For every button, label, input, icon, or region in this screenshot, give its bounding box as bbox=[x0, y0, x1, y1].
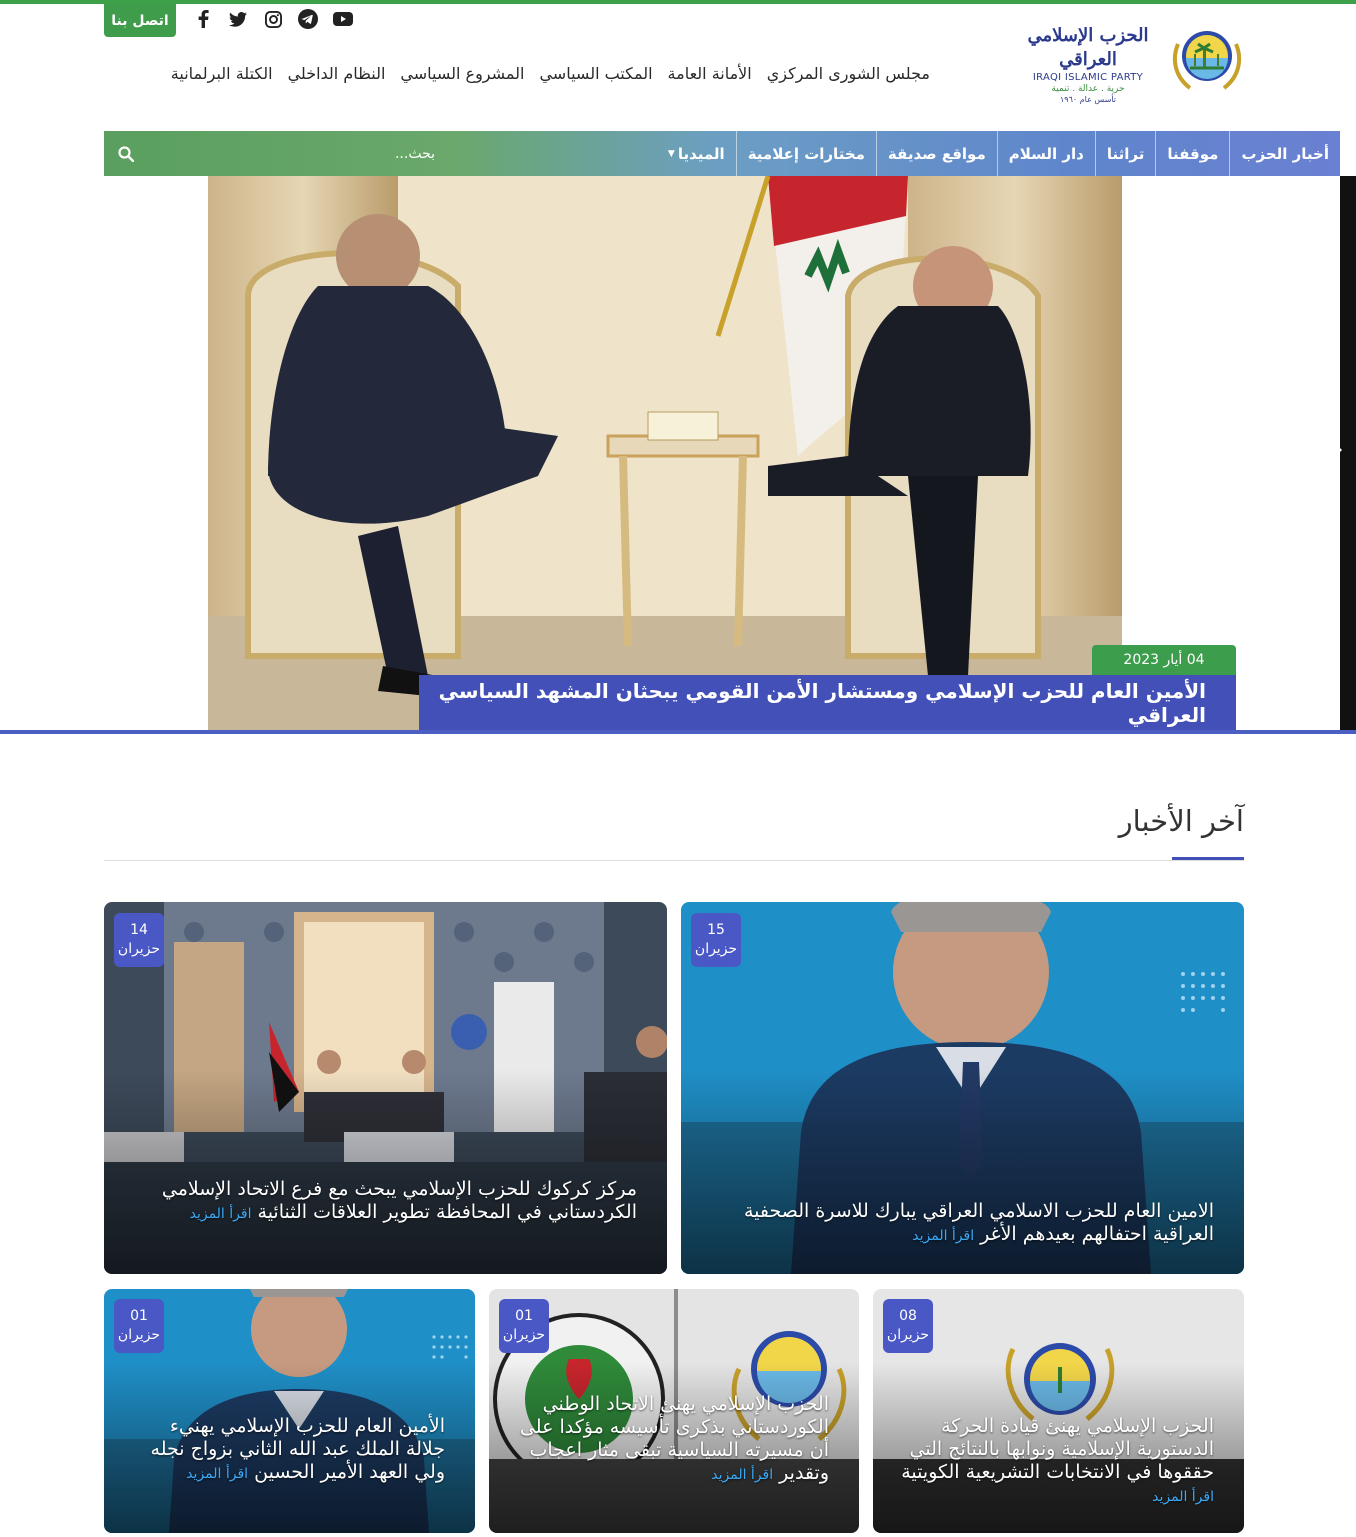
date-badge: 14 حزيران bbox=[114, 913, 164, 967]
youtube-icon[interactable] bbox=[332, 8, 354, 30]
date-badge: 01 حزيران bbox=[114, 1299, 164, 1353]
badge-month: حزيران bbox=[117, 1327, 161, 1343]
top-link-political-bureau[interactable]: المكتب السياسي bbox=[539, 64, 652, 83]
badge-day: 01 bbox=[515, 1308, 533, 1324]
caret-down-icon: ▼ bbox=[667, 148, 675, 159]
search-bar bbox=[104, 131, 445, 176]
nav-item-heritage[interactable]: تراثنا bbox=[1094, 131, 1156, 176]
badge-day: 14 bbox=[130, 922, 148, 938]
party-logo[interactable]: الحزب الإسلامي العراقي IRAQI ISLAMIC PAR… bbox=[1026, 24, 1244, 104]
nav-media-label: الميديا bbox=[677, 144, 725, 163]
top-accent-line bbox=[0, 0, 1356, 4]
date-badge: 08 حزيران bbox=[883, 1299, 933, 1353]
party-emblem-icon bbox=[1172, 31, 1242, 90]
read-more-link[interactable]: اقرأ المزيد bbox=[186, 1466, 248, 1482]
top-link-bylaws[interactable]: النظام الداخلي bbox=[288, 64, 386, 83]
top-link-general-secretariat[interactable]: الأمانة العامة bbox=[668, 64, 752, 83]
news-card[interactable]: 14 حزيران مركز كركوك للحزب الإسلامي يبحث… bbox=[104, 902, 667, 1274]
hero-bottom-line bbox=[0, 730, 1356, 734]
news-card-title[interactable]: الحزب الإسلامي يهنئ قيادة الحركة الدستور… bbox=[894, 1415, 1214, 1509]
badge-month: حزيران bbox=[502, 1327, 546, 1343]
nav-item-friendly-sites[interactable]: مواقع صديقة bbox=[875, 131, 997, 176]
top-links: مجلس الشورى المركزي الأمانة العامة المكت… bbox=[104, 60, 930, 86]
section-divider bbox=[104, 860, 1244, 861]
nav-item-party-news[interactable]: أخبار الحزب bbox=[1229, 131, 1340, 176]
news-card[interactable]: 08 حزيران الحزب الإسلامي يهنئ قيادة الحر… bbox=[873, 1289, 1244, 1533]
read-more-link[interactable]: اقرأ المزيد bbox=[1152, 1489, 1214, 1505]
nav-item-media-dropdown[interactable]: الميديا ▼ bbox=[657, 131, 736, 176]
date-badge: 01 حزيران bbox=[499, 1299, 549, 1353]
telegram-icon[interactable] bbox=[297, 8, 319, 30]
badge-day: 08 bbox=[899, 1308, 917, 1324]
badge-month: حزيران bbox=[117, 941, 161, 957]
nav-item-dar-alsalam[interactable]: دار السلام bbox=[996, 131, 1095, 176]
news-card-title[interactable]: مركز كركوك للحزب الإسلامي يبحث مع فرع ال… bbox=[157, 1178, 637, 1226]
read-more-link[interactable]: اقرأ المزيد bbox=[190, 1206, 252, 1222]
section-title-underline bbox=[1172, 857, 1244, 860]
slider-next-arrow-icon[interactable] bbox=[1336, 444, 1342, 456]
main-navigation: أخبار الحزب موقفنا تراثنا دار السلام موا… bbox=[104, 131, 1340, 176]
news-card-title[interactable]: الحزب الإسلامي يهنئ الاتحاد الوطني الكور… bbox=[509, 1393, 829, 1487]
news-card[interactable]: 01 حزيران الأمين العام للحزب الإسلامي يه… bbox=[104, 1289, 475, 1533]
date-badge: 15 حزيران bbox=[691, 913, 741, 967]
instagram-icon[interactable] bbox=[262, 8, 284, 30]
hero-date-badge: 04 أيار 2023 bbox=[1092, 645, 1236, 675]
twitter-icon[interactable] bbox=[227, 8, 249, 30]
nav-item-media-picks[interactable]: مختارات إعلامية bbox=[735, 131, 876, 176]
facebook-icon[interactable] bbox=[192, 8, 214, 30]
hero-slide-image[interactable] bbox=[208, 176, 1122, 730]
search-icon[interactable] bbox=[116, 144, 136, 164]
slider-side-strip bbox=[1340, 176, 1356, 730]
search-input[interactable] bbox=[255, 142, 435, 166]
read-more-link[interactable]: اقرأ المزيد bbox=[711, 1467, 773, 1483]
news-card[interactable]: 01 حزيران الحزب الإسلامي يهنئ الاتحاد ال… bbox=[489, 1289, 859, 1533]
hero-title[interactable]: الأمين العام للحزب الإسلامي ومستشار الأم… bbox=[419, 675, 1236, 731]
top-link-political-project[interactable]: المشروع السياسي bbox=[400, 64, 524, 83]
badge-day: 15 bbox=[707, 922, 725, 938]
main-menu: أخبار الحزب موقفنا تراثنا دار السلام موا… bbox=[657, 131, 1340, 176]
card-gradient bbox=[104, 1069, 667, 1274]
contact-button[interactable]: اتصل بنا bbox=[104, 4, 176, 37]
badge-day: 01 bbox=[130, 1308, 148, 1324]
social-links bbox=[192, 8, 354, 30]
badge-month: حزيران bbox=[886, 1327, 930, 1343]
news-card-title[interactable]: الأمين العام للحزب الإسلامي يهنيء جلالة … bbox=[125, 1415, 445, 1486]
logo-wordmark: الحزب الإسلامي العراقي IRAQI ISLAMIC PAR… bbox=[1027, 25, 1149, 104]
read-more-link[interactable]: اقرأ المزيد bbox=[912, 1228, 974, 1244]
nav-item-our-stance[interactable]: موقفنا bbox=[1155, 131, 1229, 176]
badge-month: حزيران bbox=[694, 941, 738, 957]
section-title: آخر الأخبار bbox=[1118, 804, 1244, 838]
top-link-parliamentary-bloc[interactable]: الكتلة البرلمانية bbox=[171, 64, 273, 83]
top-link-shura[interactable]: مجلس الشورى المركزي bbox=[767, 64, 930, 83]
news-card-title[interactable]: الامين العام للحزب الاسلامي العراقي يبار… bbox=[734, 1200, 1214, 1248]
news-card[interactable]: 15 حزيران الامين العام للحزب الاسلامي ال… bbox=[681, 902, 1244, 1274]
